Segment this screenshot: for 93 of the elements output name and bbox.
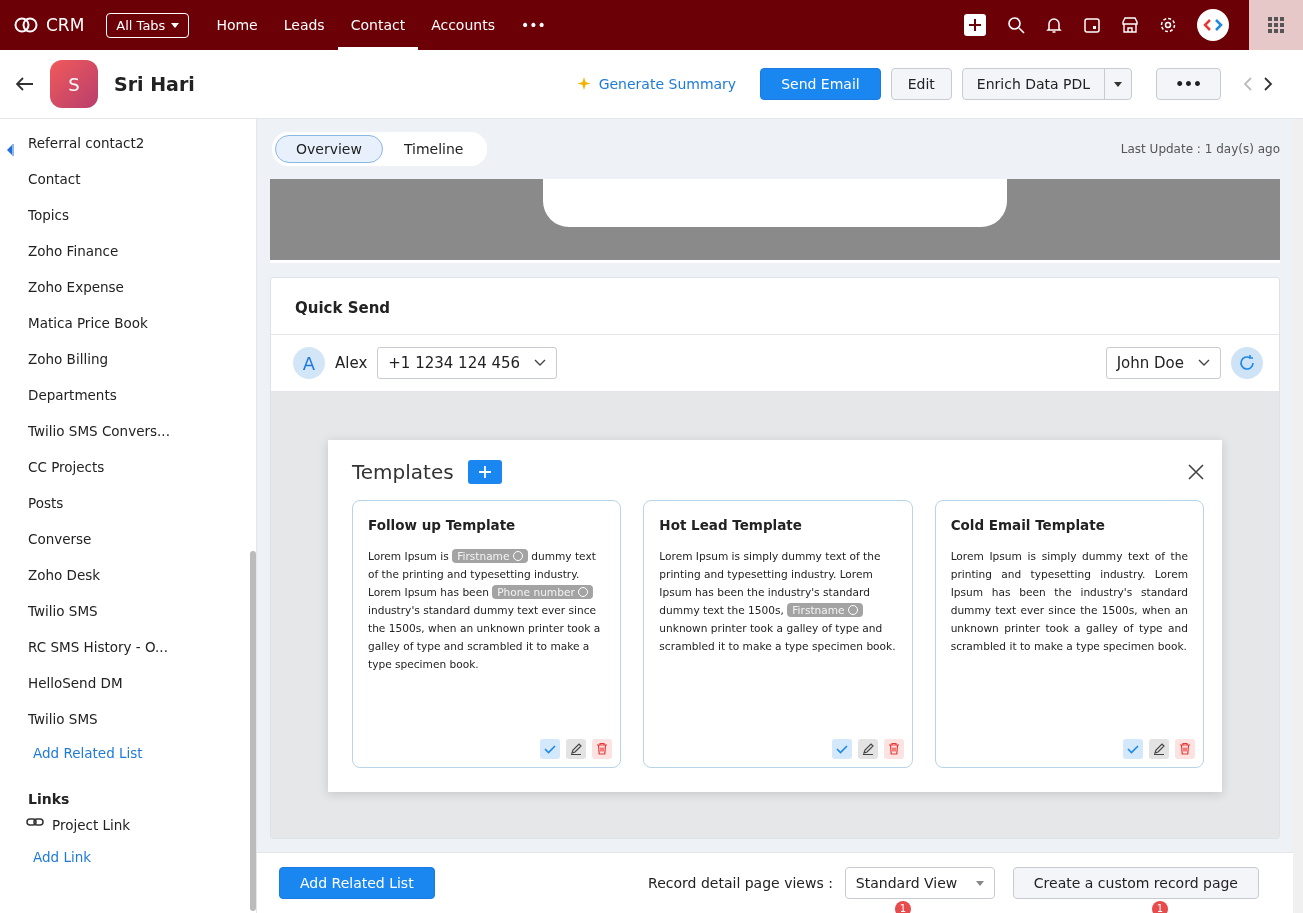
nav-tab[interactable]: Accounts — [418, 0, 508, 50]
link-icon — [26, 817, 44, 827]
sidebar-item[interactable]: Referral contact2 — [28, 133, 145, 169]
last-update-text: Last Update : 1 day(s) ago — [1120, 141, 1280, 156]
trash-icon[interactable] — [1175, 739, 1195, 760]
settings-icon[interactable] — [1159, 16, 1177, 34]
check-icon[interactable] — [540, 739, 561, 760]
view-tab[interactable]: Overview — [275, 134, 383, 163]
caret-icon — [975, 880, 984, 886]
sidebar-item[interactable]: Twilio SMS — [28, 709, 98, 745]
sidebar-item[interactable]: Contact — [28, 169, 81, 205]
links-heading: Links — [28, 791, 70, 809]
plus-icon[interactable] — [963, 13, 987, 37]
check-icon[interactable] — [1123, 739, 1143, 760]
code-icon[interactable] — [1197, 9, 1229, 41]
logo-icon — [14, 16, 38, 34]
sidebar-item[interactable]: Posts — [28, 493, 64, 529]
merge-field-tag: Firstname — [452, 549, 528, 564]
add-link-link[interactable]: Add Link — [33, 849, 92, 881]
chevron-right-icon[interactable] — [1263, 76, 1273, 92]
sidebar-item[interactable]: Matica Price Book — [28, 313, 148, 349]
bell-icon[interactable] — [1045, 16, 1063, 34]
pencil-icon[interactable] — [1149, 739, 1169, 760]
nav-tab[interactable]: Leads — [270, 0, 338, 50]
check-icon[interactable] — [831, 739, 852, 760]
chevron-down-icon — [1198, 359, 1210, 368]
pencil-icon[interactable] — [857, 739, 878, 760]
apps-grid-button[interactable] — [1249, 0, 1303, 50]
send-email-button[interactable]: Send Email — [760, 68, 881, 100]
pencil-icon[interactable] — [566, 739, 587, 760]
all-tabs-dropdown[interactable]: All Tabs — [106, 12, 190, 38]
avatar: S — [50, 60, 98, 108]
phone-dropdown[interactable]: +1 1234 124 456 — [377, 347, 558, 380]
template-card[interactable] — [352, 500, 622, 769]
trash-icon[interactable] — [592, 739, 613, 760]
merge-field-tag: Phone number — [492, 585, 594, 600]
view-tab[interactable]: Timeline — [382, 134, 485, 163]
record-name: Sri Hari — [114, 73, 195, 95]
sidebar-item[interactable]: CC Projects — [28, 457, 105, 493]
grid-icon — [1268, 17, 1284, 33]
contact-name: Alex — [335, 354, 368, 373]
view-dropdown[interactable]: Standard View — [844, 867, 995, 900]
caret-icon — [171, 22, 180, 28]
trash-icon[interactable] — [883, 739, 904, 760]
sidebar-item[interactable]: Twilio SMS — [28, 601, 98, 637]
template-title: Cold Email Template — [950, 517, 1106, 534]
template-body-text: Lorem Ipsum is simply dummy text of the printing and typesetting industry. Lorem Ipsum has been the industry's standard dummy text the 1500s, Firstname unknown printer took a galley of type and scrambled it to make a type specimen book. — [659, 549, 897, 655]
search-icon[interactable] — [1007, 16, 1025, 34]
template-body-text: Lorem Ipsum is simply dummy text of the printing and typesetting industry. Lorem Ipsum has been the industry's standard dummy text ever since the 1500s, when an unknown printer took a galley of type and scrambled it to make a type specimen book. — [950, 549, 1188, 655]
template-title: Follow up Template — [368, 517, 517, 534]
add-related-list-link[interactable]: Add Related List — [33, 745, 143, 777]
sidebar-item[interactable]: Zoho Desk — [28, 565, 101, 601]
dialog-title: Templates — [352, 460, 454, 485]
chevron-down-icon — [534, 359, 547, 368]
app-name: CRM — [46, 15, 85, 35]
template-title: Hot Lead Template — [659, 517, 803, 534]
add-related-list-button[interactable]: Add Related List — [279, 867, 435, 900]
contact-avatar: A — [293, 347, 325, 380]
sidebar-item[interactable]: RC SMS History - O... — [28, 637, 168, 673]
add-template-button[interactable] — [467, 460, 502, 485]
refresh-icon[interactable] — [1231, 347, 1263, 380]
template-body-text: Lorem Ipsum is Firstname dummy text of the printing and typesetting industry. Lorem Ipsum has been Phone number industry's standard dummy text ever since the 1500s, when an unknown printer took a galley of type and scrambled it to make a type specimen book. — [368, 548, 602, 673]
sidebar-item[interactable]: Topics — [28, 205, 69, 241]
sidebar-item[interactable]: HelloSend DM — [28, 673, 123, 709]
nav-tab[interactable]: Home — [203, 0, 271, 50]
sidebar-item[interactable]: Converse — [28, 529, 92, 565]
edit-button[interactable]: Edit — [890, 68, 952, 100]
generate-summary-link[interactable]: Generate Summary — [576, 76, 737, 92]
views-label: Record detail page views : — [648, 875, 833, 892]
collapse-arrow-icon[interactable] — [6, 143, 14, 157]
notification-badge: 1 — [1152, 901, 1168, 913]
template-card[interactable] — [643, 500, 913, 769]
sidebar-item[interactable]: Zoho Expense — [28, 277, 124, 313]
quick-send-title: Quick Send — [271, 278, 1279, 336]
close-icon[interactable] — [1188, 464, 1204, 481]
more-actions-button[interactable]: ••• — [1156, 68, 1221, 100]
sidebar-item[interactable]: Zoho Finance — [28, 241, 119, 277]
sidebar-item[interactable]: Twilio SMS Convers... — [28, 421, 170, 457]
template-card[interactable] — [934, 500, 1204, 769]
sidebar-item[interactable]: Departments — [28, 385, 117, 421]
back-arrow-icon[interactable] — [16, 77, 34, 91]
create-custom-page-button[interactable]: Create a custom record page — [1012, 867, 1259, 900]
sidebar-item[interactable]: Zoho Billing — [28, 349, 108, 385]
merge-field-tag: Firstname — [787, 603, 863, 618]
plus-icon — [477, 465, 492, 480]
notification-badge: 1 — [895, 901, 911, 913]
calendar-icon[interactable] — [1083, 16, 1101, 34]
sender-dropdown[interactable]: John Doe — [1105, 347, 1221, 380]
link-item[interactable]: Project Link — [26, 817, 131, 849]
more-tabs-button[interactable]: ••• — [507, 0, 559, 50]
caret-icon — [1114, 81, 1123, 87]
enrich-data-button[interactable]: Enrich Data PDL — [961, 68, 1133, 100]
store-icon[interactable] — [1121, 16, 1139, 34]
